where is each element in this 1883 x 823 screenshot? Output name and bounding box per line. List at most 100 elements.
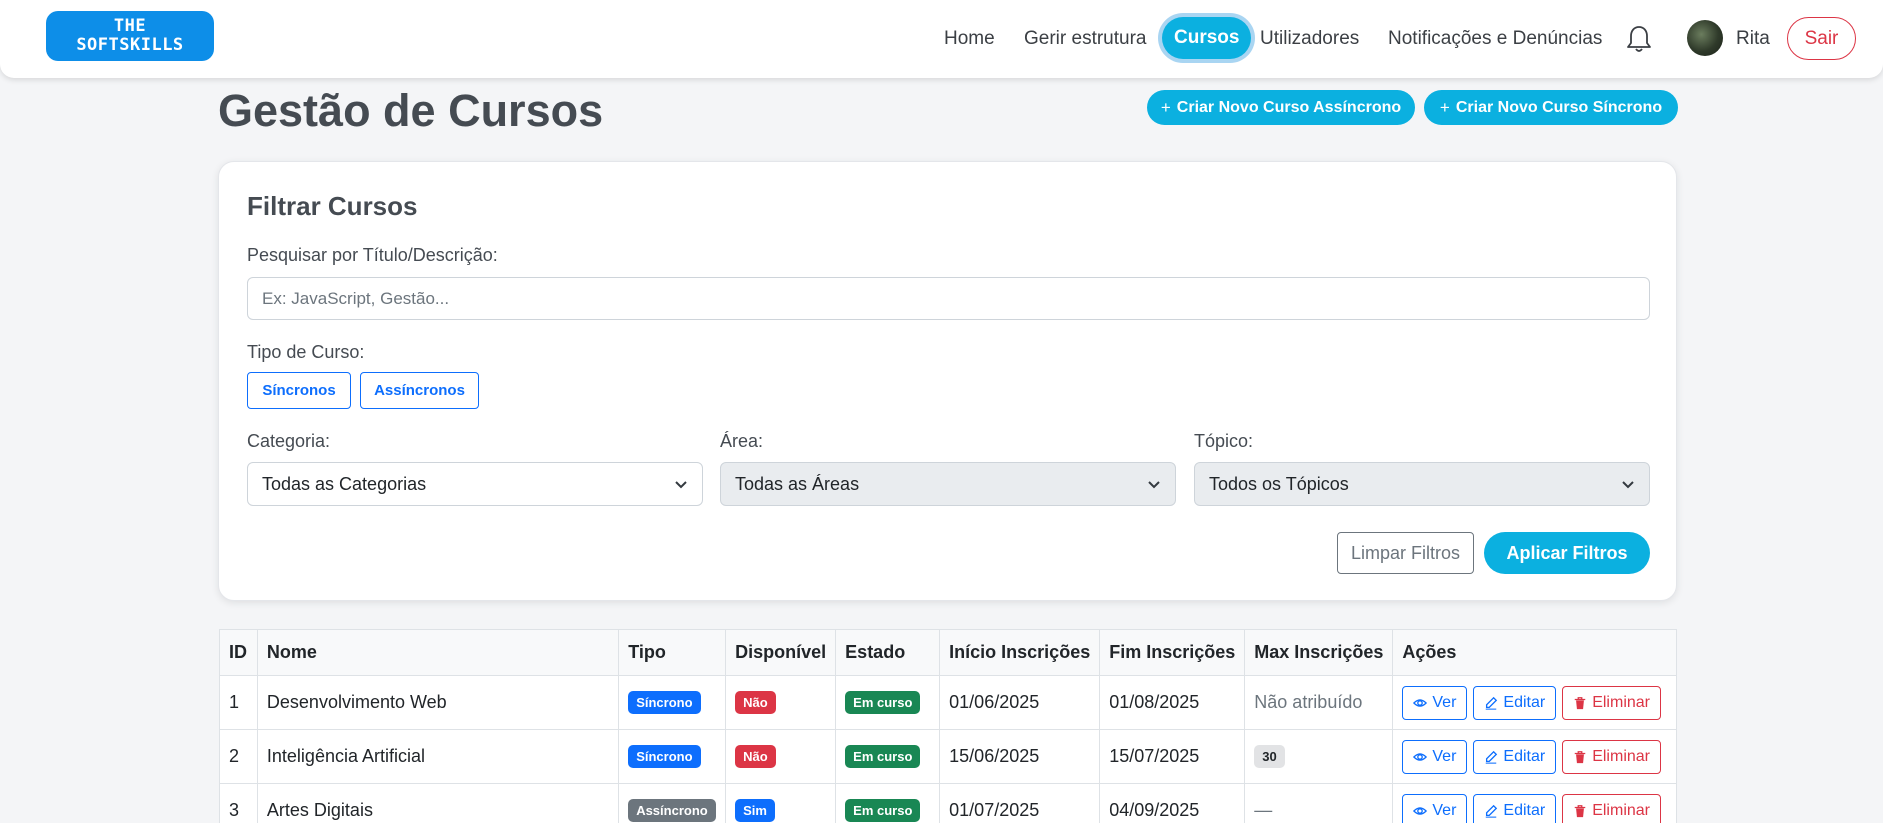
- cell-inicio: 01/06/2025: [939, 675, 1101, 730]
- view-label: Ver: [1432, 747, 1457, 765]
- type-badge: Síncrono: [628, 691, 701, 714]
- logo-line-2: SOFTSKILLS: [76, 35, 184, 55]
- type-label: Tipo de Curso:: [247, 342, 365, 362]
- col-inicio: Início Inscrições: [939, 629, 1101, 676]
- search-input[interactable]: [247, 277, 1650, 320]
- type-badge: Assíncrono: [628, 799, 716, 822]
- create-async-course-label: Criar Novo Curso Assíncrono: [1176, 98, 1402, 116]
- cell-actions: Ver Editar Eliminar: [1392, 729, 1677, 784]
- cell-max: 30: [1244, 729, 1394, 784]
- view-button[interactable]: Ver: [1402, 739, 1468, 774]
- create-sync-course-button[interactable]: + Criar Novo Curso Síncrono: [1424, 90, 1678, 125]
- cell-estado: Em curso: [835, 729, 941, 784]
- col-id: ID: [219, 629, 258, 676]
- filter-async-toggle[interactable]: Assíncronos: [360, 372, 479, 409]
- col-max: Max Inscrições: [1244, 629, 1394, 676]
- view-label: Ver: [1432, 693, 1457, 711]
- col-nome: Nome: [256, 629, 620, 676]
- nav-gerir-estrutura[interactable]: Gerir estrutura: [1024, 25, 1146, 53]
- trash-icon: [1574, 696, 1586, 709]
- status-badge: Em curso: [845, 799, 921, 822]
- chevron-down-icon: [675, 481, 687, 489]
- table-header-row: ID Nome Tipo Disponível Estado Início In…: [219, 629, 1677, 676]
- logo-line-1: THE: [113, 16, 147, 36]
- available-badge: Não: [735, 691, 776, 714]
- topic-select[interactable]: Todos os Tópicos: [1194, 462, 1650, 506]
- cell-tipo: Assíncrono: [618, 783, 727, 823]
- area-select[interactable]: Todas as Áreas: [720, 462, 1176, 506]
- topic-select-value: Todos os Tópicos: [1209, 473, 1349, 494]
- create-sync-course-label: Criar Novo Curso Síncrono: [1455, 98, 1663, 116]
- nav-utilizadores[interactable]: Utilizadores: [1260, 25, 1359, 53]
- col-fim: Fim Inscrições: [1099, 629, 1246, 676]
- eye-icon: [1413, 752, 1428, 761]
- category-select-value: Todas as Categorias: [262, 473, 427, 494]
- username: Rita: [1736, 28, 1770, 49]
- view-button[interactable]: Ver: [1402, 793, 1468, 823]
- page-title: Gestão de Cursos: [218, 85, 604, 136]
- pencil-icon: [1486, 804, 1498, 818]
- cell-nome: Desenvolvimento Web: [256, 675, 620, 730]
- courses-table: ID Nome Tipo Disponível Estado Início In…: [219, 629, 1677, 823]
- delete-button[interactable]: Eliminar: [1562, 739, 1661, 774]
- nav-cursos[interactable]: Cursos: [1162, 17, 1252, 59]
- view-button[interactable]: Ver: [1402, 685, 1468, 720]
- pencil-icon: [1486, 750, 1498, 764]
- chevron-down-icon: [1148, 481, 1160, 489]
- avatar[interactable]: [1687, 20, 1723, 56]
- delete-label: Eliminar: [1592, 801, 1650, 819]
- cell-actions: Ver Editar Eliminar: [1392, 675, 1677, 730]
- table-row: 3 Artes Digitais Assíncrono Sim Em curso…: [219, 783, 1677, 823]
- edit-button[interactable]: Editar: [1473, 793, 1557, 823]
- col-estado: Estado: [835, 629, 941, 676]
- table-row: 2 Inteligência Artificial Síncrono Não E…: [219, 729, 1677, 784]
- cell-id: 1: [219, 675, 258, 730]
- cell-max: —: [1244, 783, 1394, 823]
- category-select[interactable]: Todas as Categorias: [247, 462, 703, 506]
- logo[interactable]: THE SOFTSKILLS: [46, 11, 214, 61]
- bell-icon[interactable]: [1626, 24, 1652, 54]
- topic-label: Tópico:: [1194, 431, 1254, 451]
- delete-label: Eliminar: [1592, 747, 1650, 765]
- available-badge: Sim: [735, 799, 775, 822]
- category-label: Categoria:: [247, 431, 331, 451]
- cell-inicio: 01/07/2025: [939, 783, 1101, 823]
- cell-id: 2: [219, 729, 258, 784]
- apply-filters-button[interactable]: Aplicar Filtros: [1484, 532, 1650, 574]
- logout-button[interactable]: Sair: [1787, 17, 1856, 60]
- create-async-course-button[interactable]: + Criar Novo Curso Assíncrono: [1147, 90, 1415, 125]
- chevron-down-icon: [1622, 481, 1634, 489]
- cell-max: Não atribuído: [1244, 675, 1394, 730]
- edit-label: Editar: [1503, 801, 1546, 819]
- edit-label: Editar: [1503, 747, 1546, 765]
- edit-button[interactable]: Editar: [1473, 685, 1557, 720]
- delete-button[interactable]: Eliminar: [1562, 793, 1661, 823]
- clear-filters-button[interactable]: Limpar Filtros: [1337, 532, 1474, 574]
- nav-notificacoes-denuncias[interactable]: Notificações e Denúncias: [1388, 25, 1602, 53]
- max-badge: 30: [1254, 745, 1285, 768]
- edit-button[interactable]: Editar: [1473, 739, 1557, 774]
- cell-tipo: Síncrono: [618, 675, 727, 730]
- cell-fim: 04/09/2025: [1099, 783, 1246, 823]
- status-badge: Em curso: [845, 745, 921, 768]
- cell-nome: Artes Digitais: [256, 783, 620, 823]
- cell-estado: Em curso: [835, 783, 941, 823]
- pencil-icon: [1486, 696, 1498, 710]
- cell-actions: Ver Editar Eliminar: [1392, 783, 1677, 823]
- cell-disponivel: Sim: [725, 783, 837, 823]
- eye-icon: [1413, 698, 1428, 707]
- cell-tipo: Síncrono: [618, 729, 727, 784]
- available-badge: Não: [735, 745, 776, 768]
- cell-inicio: 15/06/2025: [939, 729, 1101, 784]
- edit-label: Editar: [1503, 693, 1546, 711]
- nav-home[interactable]: Home: [944, 25, 995, 53]
- filter-sync-toggle[interactable]: Síncronos: [247, 372, 351, 409]
- delete-button[interactable]: Eliminar: [1562, 685, 1661, 720]
- trash-icon: [1574, 750, 1586, 763]
- cell-disponivel: Não: [725, 675, 837, 730]
- filter-title: Filtrar Cursos: [247, 191, 418, 221]
- col-disponivel: Disponível: [725, 629, 837, 676]
- view-label: Ver: [1432, 801, 1457, 819]
- area-select-value: Todas as Áreas: [735, 473, 860, 494]
- cell-disponivel: Não: [725, 729, 837, 784]
